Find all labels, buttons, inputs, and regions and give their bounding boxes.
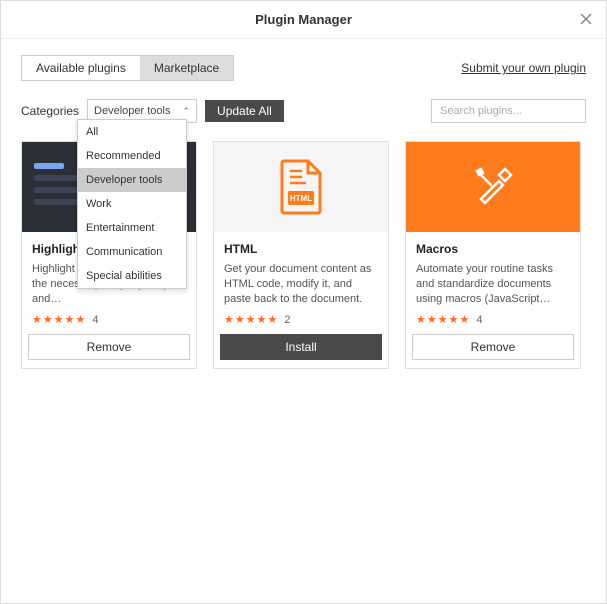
- close-icon[interactable]: [578, 11, 594, 27]
- tabs-row: Available plugins Marketplace Submit you…: [21, 55, 586, 81]
- category-option-all[interactable]: All: [78, 120, 186, 144]
- category-option-recommended[interactable]: Recommended: [78, 144, 186, 168]
- categories-label: Categories: [21, 104, 79, 118]
- plugin-description: Get your document content as HTML code, …: [224, 262, 378, 307]
- category-option-work[interactable]: Work: [78, 192, 186, 216]
- stars-icon: ★★★★★: [224, 313, 278, 326]
- plugin-card-macros: Macros Automate your routine tasks and s…: [405, 141, 581, 369]
- plugin-title: Macros: [416, 242, 570, 256]
- plugin-rating: ★★★★★ 2: [214, 313, 388, 334]
- submit-plugin-link[interactable]: Submit your own plugin: [461, 61, 586, 75]
- remove-button[interactable]: Remove: [28, 334, 190, 360]
- search-input[interactable]: [431, 99, 586, 123]
- remove-button[interactable]: Remove: [412, 334, 574, 360]
- plugin-rating: ★★★★★ 4: [22, 313, 196, 334]
- tab-marketplace[interactable]: Marketplace: [140, 56, 233, 80]
- category-option-communication[interactable]: Communication: [78, 240, 186, 264]
- category-option-special-abilities[interactable]: Special abilities: [78, 264, 186, 288]
- rating-count: 2: [284, 314, 290, 326]
- categories-dropdown-menu: All Recommended Developer tools Work Ent…: [77, 119, 187, 289]
- plugin-thumbnail: [406, 142, 580, 232]
- svg-text:HTML: HTML: [290, 194, 312, 203]
- install-button[interactable]: Install: [220, 334, 382, 360]
- chevron-up-icon: ⌃: [182, 106, 190, 117]
- tabs: Available plugins Marketplace: [21, 55, 234, 81]
- plugin-rating: ★★★★★ 4: [406, 313, 580, 334]
- plugin-description: Automate your routine tasks and standard…: [416, 262, 570, 307]
- plugin-manager-window: Plugin Manager Available plugins Marketp…: [0, 0, 607, 604]
- plugin-thumbnail: HTML: [214, 142, 388, 232]
- rating-count: 4: [476, 314, 482, 326]
- titlebar: Plugin Manager: [1, 1, 606, 39]
- tab-available-plugins[interactable]: Available plugins: [22, 56, 140, 80]
- plugin-card-html: HTML HTML Get your document content as H…: [213, 141, 389, 369]
- window-title: Plugin Manager: [255, 12, 352, 27]
- categories-selected: Developer tools: [94, 105, 170, 117]
- category-option-entertainment[interactable]: Entertainment: [78, 216, 186, 240]
- stars-icon: ★★★★★: [416, 313, 470, 326]
- content-area: Available plugins Marketplace Submit you…: [1, 39, 606, 603]
- stars-icon: ★★★★★: [32, 313, 86, 326]
- rating-count: 4: [92, 314, 98, 326]
- update-all-button[interactable]: Update All: [205, 100, 284, 122]
- category-option-developer-tools[interactable]: Developer tools: [78, 168, 186, 192]
- plugin-title: HTML: [224, 242, 378, 256]
